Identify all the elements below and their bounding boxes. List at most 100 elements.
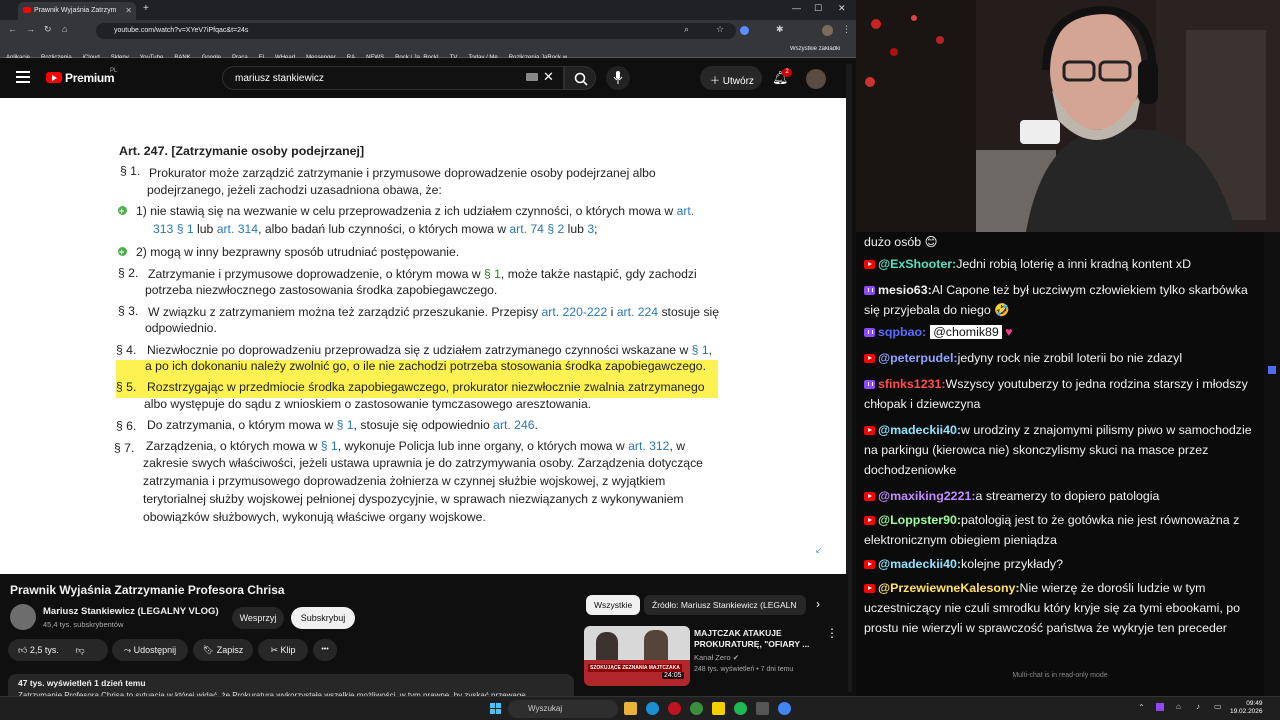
account-avatar[interactable] [806,69,826,89]
back-icon[interactable]: ← [8,24,17,34]
profile-icon[interactable] [822,25,833,36]
tab-title: Prawnik Wyjaśnia Zatrzym [34,7,117,14]
tray-battery-icon[interactable]: ▭ [1214,702,1222,711]
video-duration: 24:05 [662,672,684,679]
share-button[interactable]: ⤳ Udostępnij [112,639,188,661]
recommended-menu-icon[interactable]: ⋮ [826,626,838,640]
channel-name[interactable]: Mariusz Stankiewicz (LEGALNY VLOG) [43,606,219,617]
chip-all[interactable]: Wszystkie [586,595,641,615]
taskbar-search-label: Wyszukaj [528,704,563,713]
chrome-icon[interactable] [690,702,703,715]
expand-plus-icon[interactable] [118,243,127,261]
browser-tab[interactable]: Prawnik Wyjaśnia Zatrzym ✕ [18,2,136,20]
paragraph-3-line: odpowiednio. [145,321,217,335]
create-label: Utwórz [722,76,754,87]
chat-text: dużo osób 😊 [864,235,938,249]
chat-username[interactable]: @madeckii40: [878,557,961,571]
hamburger-menu-icon[interactable] [16,71,30,83]
thumbnail-caption: SZOKUJĄCE ZEZNANIA MAJTCZAKA [588,664,682,672]
chat-username[interactable]: @maxiking2221: [878,489,976,503]
notes-icon[interactable] [712,702,725,715]
paragraph-6-line: Do zatrzymania, o którym mowa w § 1, sto… [147,418,538,432]
channel-avatar[interactable] [10,604,36,630]
expand-plus-icon[interactable] [118,202,127,220]
menu-dots-icon[interactable]: ⋮ [842,24,851,35]
chrome-alt-icon[interactable] [778,702,791,715]
clip-button[interactable]: ✂ Klip [258,639,308,661]
tray-volume-icon[interactable]: ♪ [1196,702,1200,711]
address-bar[interactable]: youtube.com/watch?v=XYeV7iPfqac&t=24s [96,23,736,39]
spotify-icon[interactable] [734,702,747,715]
search-icon[interactable]: ⌕ [684,24,689,35]
chat-username[interactable]: @PrzewiewneKalesony: [878,581,1020,595]
support-button[interactable]: Wesprzyj [232,607,284,629]
keyboard-icon[interactable] [526,73,538,81]
thumbs-down-icon[interactable]: 👎︎ [75,645,84,655]
side-marker-icon [1268,366,1276,374]
extensions-puzzle-icon[interactable]: ✱ [776,24,784,35]
create-button[interactable]: ＋ Utwórz [700,66,762,90]
article-heading: Art. 247. [Zatrzymanie osoby podejrzanej… [119,144,365,158]
video-player[interactable]: Art. 247. [Zatrzymanie osoby podejrzanej… [0,98,846,574]
logo-country: PL [110,68,118,74]
chip-source[interactable]: Źródło: Mariusz Stankiewicz (LEGALN [644,595,806,615]
close-tab-icon[interactable]: ✕ [125,6,132,15]
paragraph-7-line: zatrzymania i przymusowego doprowadzenia… [143,474,666,488]
taskbar-search[interactable]: Wyszukaj [508,700,618,718]
like-count[interactable]: 2,5 tys. [30,645,59,655]
tray-twitch-icon[interactable] [1156,703,1164,711]
star-icon[interactable]: ☆ [716,24,724,35]
save-button[interactable]: 🔖︎ Zapisz [193,639,253,661]
chat-text: jedyny rock nie zrobil loterii bo nie zd… [957,351,1183,365]
clock-time: 09:49 [1246,700,1263,707]
edge-icon[interactable] [646,702,659,715]
recommended-channel[interactable]: Kanał Zero ✔︎ [694,653,739,662]
clock[interactable]: 09:49 19.02.2026 [1230,700,1263,716]
extension-icon[interactable] [740,26,749,35]
paragraph-7-number: § 7. [114,441,135,455]
home-icon[interactable]: ⌂ [62,24,67,34]
chat-username[interactable]: sfinks1231: [878,377,946,391]
new-tab-button[interactable]: + [143,3,149,14]
point-2-line: 2) mogą w inny bezprawny sposób utrudnia… [136,245,460,259]
reload-icon[interactable]: ↻ [44,24,52,35]
bookmark-item[interactable]: Wszystkie zakładki [790,46,840,52]
paragraph-7-line: terytorialnej służby wojskowej pełnionej… [143,492,684,506]
tray-chevron-icon[interactable]: ⌃ [1138,703,1145,712]
share-label: Udostępnij [133,645,177,655]
chat-username[interactable]: @peterpudel: [878,351,958,365]
minimize-icon[interactable]: — [792,3,801,13]
youtube-icon [864,260,875,269]
file-explorer-icon[interactable] [624,702,637,715]
subscribe-button[interactable]: Subskrybuj [291,607,355,629]
opera-icon[interactable] [668,702,681,715]
search-input[interactable]: mariusz stankiewicz [222,66,564,90]
clip-label: Klip [280,645,296,655]
maximize-icon[interactable]: ☐ [814,3,822,14]
clear-search-icon[interactable]: ✕ [543,69,554,85]
chat-username[interactable]: mesio63: [878,283,932,297]
tray-network-icon[interactable]: ⌂ [1176,702,1181,711]
microphone-icon [613,71,623,84]
verified-icon: ✔︎ [732,653,740,662]
thumbs-up-icon[interactable]: 👍︎ [18,645,27,655]
chat-username[interactable]: sqpbao: [878,325,926,339]
youtube-logo-icon[interactable] [46,72,62,83]
youtube-header: Premium PL mariusz stankiewicz ✕ ＋ Utwór… [0,58,848,98]
youtube-favicon-icon [23,7,31,13]
obs-icon[interactable] [756,702,769,715]
search-button[interactable] [564,66,596,90]
chevron-right-icon[interactable]: › [816,597,820,611]
recommended-title[interactable]: MAJTCZAK ATAKUJE PROKURATURĘ, "OFIARY ..… [694,628,824,650]
voice-search-button[interactable] [606,66,630,90]
more-actions-button[interactable]: ••• [313,639,337,661]
close-window-icon[interactable]: ✕ [838,3,846,14]
twitch-icon [864,328,875,337]
forward-icon[interactable]: → [26,24,35,34]
chat-username[interactable]: @ExShooter: [878,257,956,271]
browser-tab-bar: Prawnik Wyjaśnia Zatrzym ✕ + — ☐ ✕ [0,0,856,20]
windows-start-icon[interactable] [490,703,502,715]
chat-username[interactable]: @Loppster90: [878,513,961,527]
recommended-meta: 248 tys. wyświetleń • 7 dni temu [694,666,794,673]
chat-username[interactable]: @madeckii40: [878,423,961,437]
